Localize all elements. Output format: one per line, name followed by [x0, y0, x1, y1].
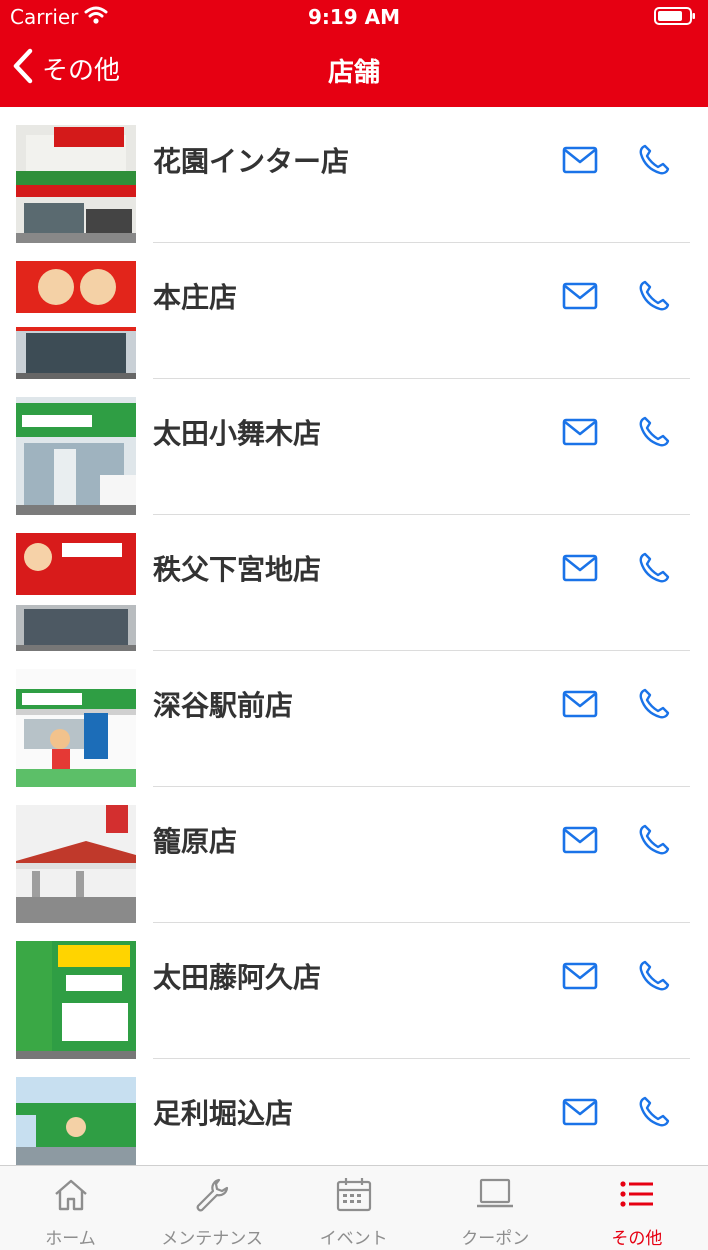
- mail-icon[interactable]: [562, 281, 598, 315]
- tab-wrench[interactable]: メンテナンス: [142, 1166, 283, 1250]
- tab-list[interactable]: その他: [566, 1166, 707, 1250]
- store-name: 足利堀込店: [153, 1097, 294, 1130]
- phone-icon[interactable]: [636, 414, 672, 454]
- store-photo: [16, 261, 136, 379]
- store-name: 本庄店: [153, 281, 238, 314]
- mail-icon[interactable]: [562, 825, 598, 859]
- phone-icon[interactable]: [636, 1094, 672, 1134]
- store-name: 秩父下宮地店: [153, 553, 322, 586]
- status-time: 9:19 AM: [307, 5, 401, 29]
- tab-label: メンテナンス: [161, 1229, 263, 1249]
- store-row[interactable]: 秩父下宮地店: [0, 515, 708, 651]
- store-photo: [16, 397, 136, 515]
- phone-icon[interactable]: [636, 822, 672, 862]
- store-photo: [16, 669, 136, 787]
- laptop-icon: [475, 1175, 515, 1219]
- store-row[interactable]: 深谷駅前店: [0, 651, 708, 787]
- home-icon: [51, 1175, 91, 1219]
- mail-icon[interactable]: [562, 553, 598, 587]
- battery-icon: [654, 6, 696, 30]
- calendar-icon: [334, 1175, 374, 1219]
- page-title: 店舗: [327, 58, 380, 88]
- store-name: 太田小舞木店: [153, 417, 322, 450]
- store-name: 太田藤阿久店: [153, 961, 322, 994]
- store-row[interactable]: 籠原店: [0, 787, 708, 923]
- store-row[interactable]: 本庄店: [0, 243, 708, 379]
- store-photo: [16, 1077, 136, 1165]
- mail-icon[interactable]: [562, 961, 598, 995]
- store-row[interactable]: 太田藤阿久店: [0, 923, 708, 1059]
- list-icon: [617, 1175, 657, 1219]
- store-row[interactable]: 太田小舞木店: [0, 379, 708, 515]
- mail-icon[interactable]: [562, 145, 598, 179]
- store-photo: [16, 533, 136, 651]
- status-bar: Carrier 9:19 AM: [0, 0, 708, 34]
- tab-label: クーポン: [461, 1229, 530, 1249]
- tab-label: ホーム: [45, 1229, 96, 1249]
- phone-icon[interactable]: [636, 550, 672, 590]
- tab-bar: ホーム メンテナンス イベント クーポン その他: [0, 1165, 708, 1250]
- tab-label: イベント: [319, 1229, 388, 1249]
- phone-icon[interactable]: [636, 142, 672, 182]
- store-photo: [16, 941, 136, 1059]
- tab-calendar[interactable]: イベント: [283, 1166, 424, 1250]
- wrench-icon: [192, 1175, 232, 1219]
- store-name: 籠原店: [153, 825, 238, 858]
- phone-icon[interactable]: [636, 278, 672, 318]
- store-photo: [16, 125, 136, 243]
- header-bar: Carrier 9:19 AM その他 店舗: [0, 0, 708, 107]
- tab-home[interactable]: ホーム: [0, 1166, 141, 1250]
- store-list[interactable]: 花園インター店 本庄店太田小舞木店 秩父下宮地店 深谷駅前店籠原店太田藤阿久店 足利堀込…: [0, 107, 708, 1165]
- mail-icon[interactable]: [562, 689, 598, 723]
- tab-label: その他: [611, 1229, 663, 1249]
- store-name: 深谷駅前店: [153, 689, 294, 722]
- store-name: 花園インター店: [153, 145, 350, 178]
- tab-laptop[interactable]: クーポン: [425, 1166, 566, 1250]
- store-photo: [16, 805, 136, 923]
- store-row[interactable]: 足利堀込店: [0, 1059, 708, 1165]
- phone-icon[interactable]: [636, 686, 672, 726]
- store-row[interactable]: 花園インター店: [0, 107, 708, 243]
- mail-icon[interactable]: [562, 1097, 598, 1131]
- mail-icon[interactable]: [562, 417, 598, 451]
- phone-icon[interactable]: [636, 958, 672, 998]
